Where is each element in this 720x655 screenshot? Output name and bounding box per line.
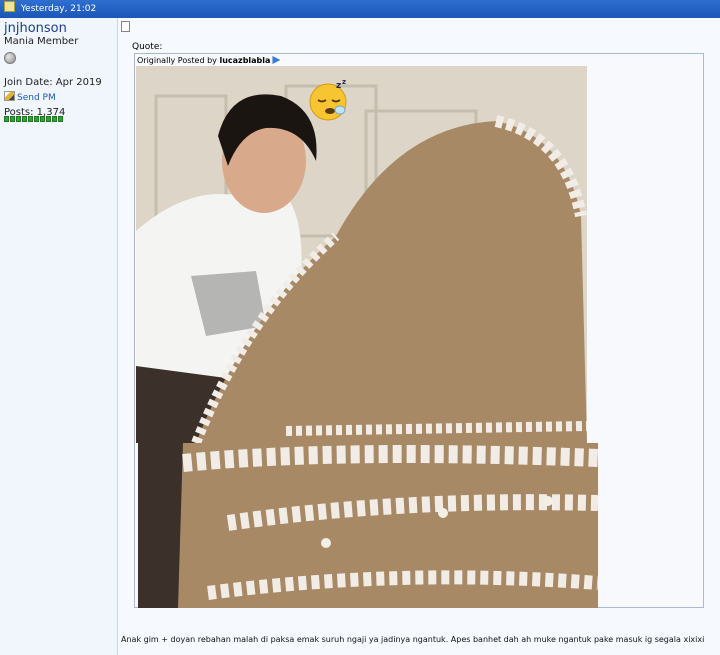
post-content: Quote: Originally Posted by lucazblabla <box>118 18 720 655</box>
reputation-pip <box>28 116 33 122</box>
send-pm-link[interactable]: Send PM <box>4 91 56 103</box>
sleepy-emoji-icon: z z <box>309 78 347 121</box>
reputation-pip <box>52 116 57 122</box>
reputation-pip <box>22 116 27 122</box>
quote-label: Quote: <box>132 42 163 52</box>
quote-box: Originally Posted by lucazblabla z z <box>134 53 704 608</box>
quote-attribution: Originally Posted by lucazblabla <box>137 56 281 65</box>
reputation-pip <box>58 116 63 122</box>
post-icon <box>4 1 15 12</box>
post-timestamp: Yesterday, 21:02 <box>20 4 97 14</box>
join-date: Join Date: Apr 2019 <box>4 77 102 88</box>
username-link[interactable]: jnjhonson <box>4 21 67 36</box>
reputation-pip <box>34 116 39 122</box>
document-icon <box>121 21 130 32</box>
reputation-bar <box>4 116 63 122</box>
quote-author-link[interactable]: lucazblabla <box>219 56 270 65</box>
user-sidebar: jnjhonson Mania Member Join Date: Apr 20… <box>0 18 118 655</box>
user-title: Mania Member <box>4 36 79 47</box>
offline-status-icon <box>4 52 16 64</box>
reputation-pip <box>4 116 9 122</box>
post-body-text: Anak gim + doyan rebahan malah di paksa … <box>121 635 705 644</box>
send-pm-label: Send PM <box>17 93 56 103</box>
quoted-photo-bottom[interactable] <box>138 443 598 608</box>
post-header-bar: Yesterday, 21:02 <box>0 0 720 18</box>
quote-prefix: Originally Posted by <box>137 56 220 65</box>
reputation-pip <box>46 116 51 122</box>
view-post-icon[interactable] <box>272 56 281 64</box>
svg-text:z: z <box>342 78 346 86</box>
pencil-icon <box>4 91 15 101</box>
reputation-pip <box>10 116 15 122</box>
reputation-pip <box>16 116 21 122</box>
svg-text:z: z <box>336 81 341 91</box>
quoted-photo-top[interactable]: z z <box>136 66 587 443</box>
reputation-pip <box>40 116 45 122</box>
